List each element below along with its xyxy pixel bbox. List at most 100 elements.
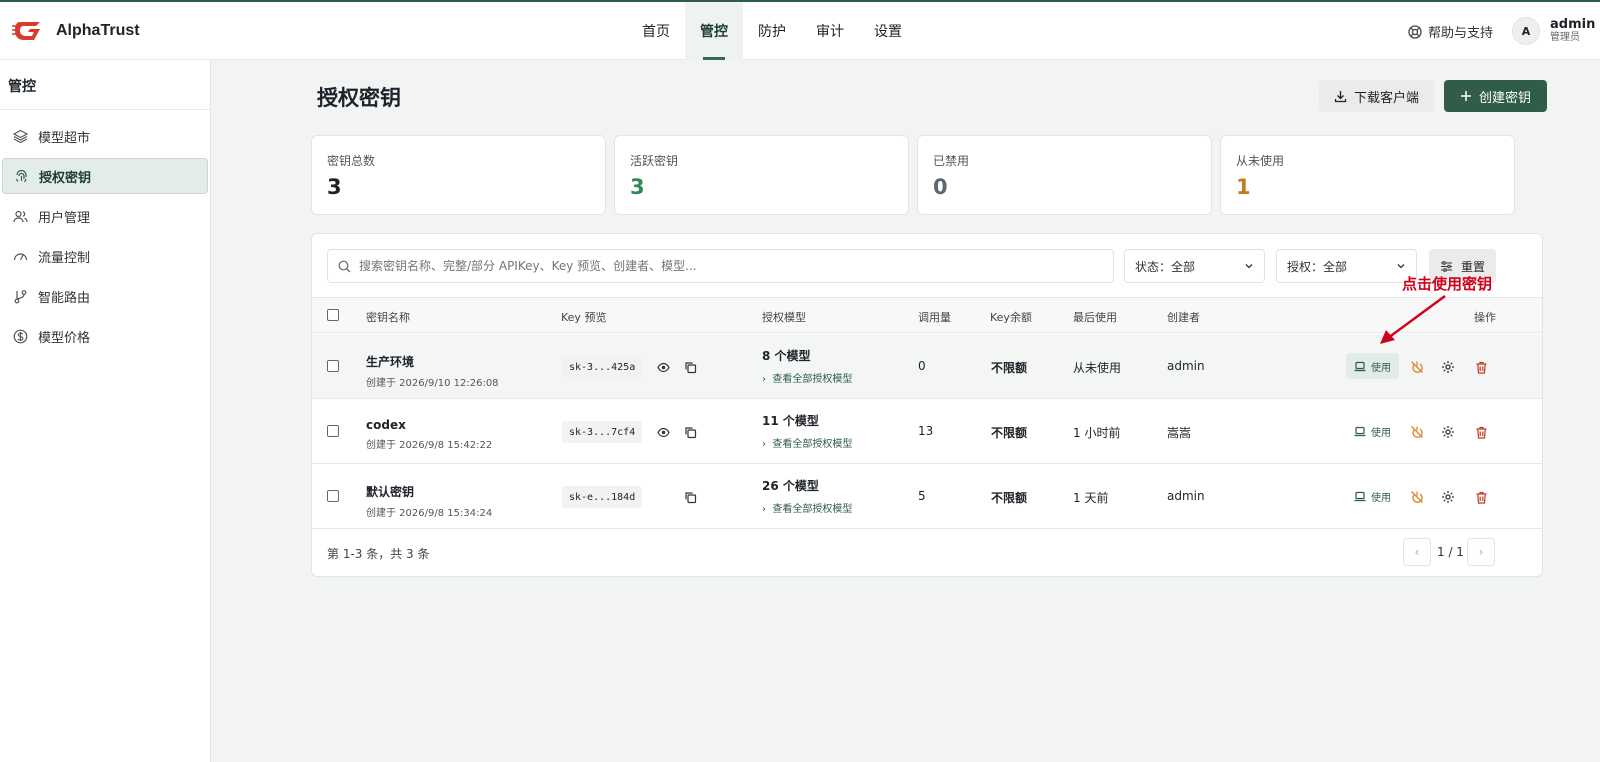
creator-value: admin	[1167, 359, 1205, 373]
row-checkbox[interactable]	[327, 490, 339, 502]
disable-key-icon[interactable]	[1409, 424, 1425, 440]
brand-name: AlphaTrust	[56, 22, 140, 39]
create-label: 创建密钥	[1478, 90, 1531, 106]
view-all-models-link[interactable]: › 查看全部授权模型	[762, 500, 852, 515]
nav-control[interactable]: 管控	[685, 2, 743, 60]
models-cell: 11 个模型 › 查看全部授权模型	[762, 412, 852, 450]
gauge-icon	[12, 248, 28, 264]
stat-card-disabled: 已禁用 0	[917, 135, 1212, 215]
key-name-cell: codex 创建于 2026/9/8 15:42:22	[366, 418, 492, 451]
table-row: codex 创建于 2026/9/8 15:42:22 sk-3...7cf4 …	[312, 399, 1542, 464]
copy-icon[interactable]	[682, 424, 698, 440]
col-creator: 创建者	[1167, 311, 1200, 324]
page-indicator: 1 / 1	[1437, 545, 1464, 559]
auth-filter-select[interactable]: 授权：全部	[1276, 249, 1417, 283]
sidebar-item-users[interactable]: 用户管理	[2, 198, 208, 234]
nav-settings[interactable]: 设置	[859, 2, 917, 60]
trash-icon[interactable]	[1473, 359, 1489, 375]
status-filter-select[interactable]: 状态：全部	[1124, 249, 1265, 283]
nav-home[interactable]: 首页	[627, 2, 685, 60]
keys-panel: 状态：全部 授权：全部 重置 密钥名称 Key 预览 授权模型 调用量 Key余…	[311, 233, 1543, 577]
table-row: 默认密钥 创建于 2026/9/8 15:34:24 sk-e...184d 2…	[312, 464, 1542, 529]
copy-icon[interactable]	[682, 489, 698, 505]
use-key-button[interactable]: 使用	[1346, 418, 1399, 444]
models-cell: 8 个模型 › 查看全部授权模型	[762, 347, 852, 385]
users-icon	[12, 208, 28, 224]
col-key-preview: Key 预览	[561, 311, 607, 324]
col-models: 授权模型	[762, 311, 806, 324]
nav-audit[interactable]: 审计	[801, 2, 859, 60]
sliders-icon	[1440, 260, 1452, 272]
key-name-cell: 默认密钥 创建于 2026/9/8 15:34:24	[366, 483, 492, 519]
sidebar-item-label: 流量控制	[38, 250, 91, 266]
key-name-cell: 生产环境 创建于 2026/9/10 12:26:08	[366, 353, 499, 389]
calls-value: 5	[918, 489, 926, 503]
gear-icon[interactable]	[1440, 424, 1456, 440]
balance-value: 不限额	[991, 426, 1028, 440]
main-nav: 首页 管控 防护 审计 设置	[627, 2, 917, 60]
layers-icon	[12, 128, 28, 144]
help-support-link[interactable]: 帮助与支持	[1408, 22, 1493, 41]
brand-logo[interactable]: AlphaTrust	[12, 16, 140, 46]
prev-page-button[interactable]: ‹	[1403, 538, 1431, 566]
key-created: 创建于 2026/9/8 15:42:22	[366, 440, 493, 451]
trash-icon[interactable]	[1473, 424, 1489, 440]
last-used-value: 1 小时前	[1073, 426, 1121, 440]
gear-icon[interactable]	[1440, 489, 1456, 505]
trash-icon[interactable]	[1473, 489, 1489, 505]
stat-label: 已禁用	[933, 154, 970, 168]
use-key-button[interactable]: 使用	[1346, 353, 1399, 379]
eye-icon[interactable]	[655, 424, 671, 440]
sidebar-item-pricing[interactable]: 模型价格	[2, 318, 208, 354]
nav-protection[interactable]: 防护	[743, 2, 801, 60]
disable-key-icon[interactable]	[1409, 359, 1425, 375]
search-icon	[338, 260, 351, 272]
row-checkbox[interactable]	[327, 425, 339, 437]
plus-icon	[1460, 91, 1471, 101]
key-preview: sk-e...184d	[562, 486, 643, 508]
gear-icon[interactable]	[1440, 359, 1456, 375]
sidebar-item-auth-keys[interactable]: 授权密钥	[2, 158, 208, 194]
search-input[interactable]	[359, 259, 1099, 273]
models-cell: 26 个模型 › 查看全部授权模型	[762, 477, 852, 515]
stat-label: 从未使用	[1236, 154, 1285, 168]
user-name: admin	[1550, 17, 1596, 32]
creator-value: 嵩嵩	[1167, 426, 1192, 440]
table-header: 密钥名称 Key 预览 授权模型 调用量 Key余额 最后使用 创建者 操作	[312, 297, 1542, 333]
copy-icon[interactable]	[682, 359, 698, 375]
sidebar-item-routing[interactable]: 智能路由	[2, 278, 208, 314]
models-count: 8 个模型	[762, 349, 811, 363]
next-page-button[interactable]: ›	[1467, 538, 1495, 566]
use-key-button[interactable]: 使用	[1346, 483, 1399, 509]
fingerprint-icon	[13, 168, 29, 184]
disable-key-icon[interactable]	[1409, 489, 1425, 505]
view-all-models-link[interactable]: › 查看全部授权模型	[762, 435, 852, 450]
view-all-label: 查看全部授权模型	[772, 439, 853, 450]
status-filter-value: 状态：全部	[1135, 259, 1196, 274]
sidebar-item-model-market[interactable]: 模型超市	[2, 118, 208, 154]
last-used-value: 1 天前	[1073, 491, 1109, 505]
logo-icon	[12, 22, 40, 40]
download-icon	[1334, 90, 1347, 102]
chevron-left-icon: ‹	[1414, 545, 1420, 559]
table-row: 生产环境 创建于 2026/9/10 12:26:08 sk-3...425a …	[312, 334, 1542, 399]
eye-icon[interactable]	[655, 359, 671, 375]
balance-value: 不限额	[991, 491, 1028, 505]
search-box[interactable]	[327, 249, 1114, 283]
key-created: 创建于 2026/9/8 15:34:24	[366, 508, 493, 519]
stat-value: 0	[933, 175, 948, 199]
sidebar-item-label: 授权密钥	[39, 170, 92, 186]
sidebar-title: 管控	[0, 60, 210, 110]
chevron-down-icon	[1245, 264, 1253, 269]
avatar: A	[1512, 17, 1540, 45]
select-all-checkbox[interactable]	[327, 309, 339, 321]
annotation-label: 点击使用密钥	[1402, 275, 1493, 293]
view-all-models-link[interactable]: › 查看全部授权模型	[762, 370, 852, 385]
user-menu[interactable]: A admin 管理员	[1512, 17, 1595, 45]
sidebar-item-traffic[interactable]: 流量控制	[2, 238, 208, 274]
create-key-button[interactable]: 创建密钥	[1444, 80, 1547, 112]
sidebar-item-label: 模型价格	[38, 330, 91, 346]
download-client-button[interactable]: 下载客户端	[1319, 80, 1434, 112]
row-checkbox[interactable]	[327, 360, 339, 372]
col-actions: 操作	[1474, 311, 1496, 324]
